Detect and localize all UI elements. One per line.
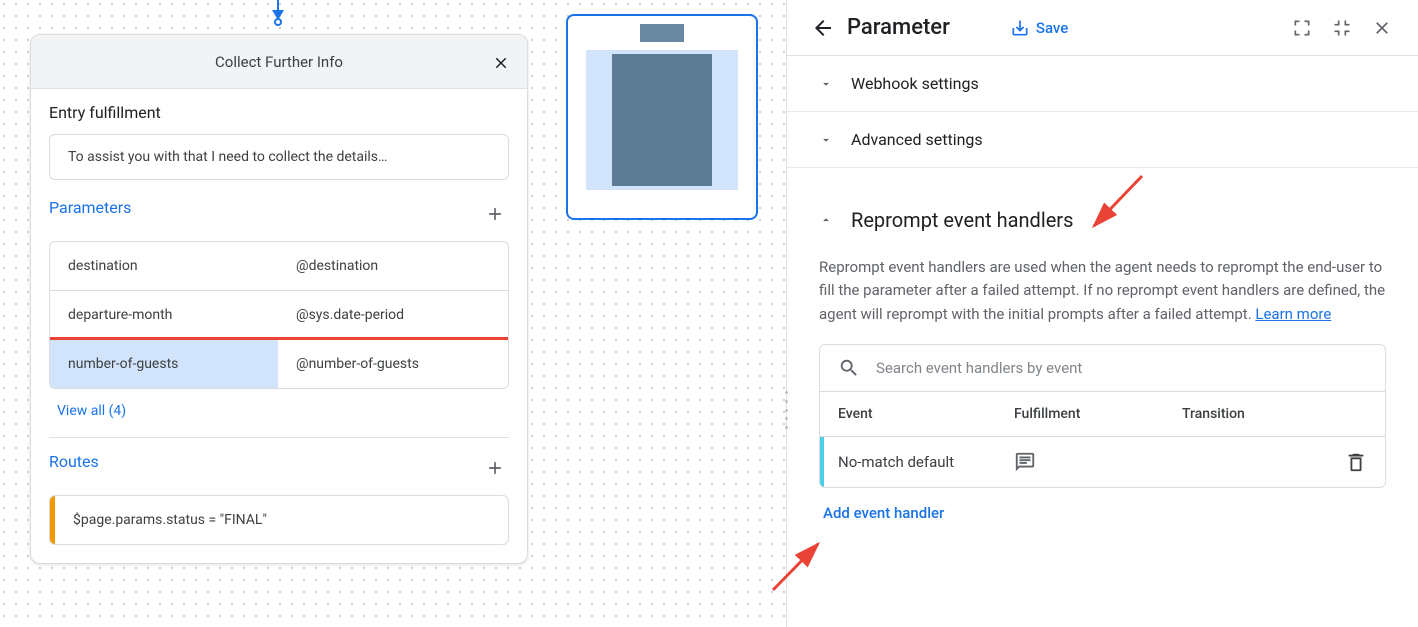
- preview-header-icon: [640, 24, 684, 42]
- chat-icon: [1014, 451, 1182, 473]
- entry-fulfillment-label: Entry fulfillment: [49, 103, 509, 122]
- advanced-settings-label: Advanced settings: [851, 130, 983, 149]
- parameter-name: destination: [50, 242, 278, 290]
- parameter-type: @destination: [278, 242, 508, 290]
- table-row[interactable]: No-match default: [820, 437, 1385, 487]
- panel-title: Parameter: [847, 15, 950, 40]
- route-row[interactable]: $page.params.status = "FINAL": [49, 495, 509, 545]
- panel-body: Webhook settings Advanced settings Repro…: [787, 56, 1418, 627]
- flow-canvas[interactable]: Collect Further Info Entry fulfillment T…: [0, 0, 786, 627]
- panel-header: Parameter Save: [787, 0, 1418, 56]
- advanced-settings-row[interactable]: Advanced settings: [787, 112, 1418, 168]
- parameter-name: number-of-guests: [50, 340, 278, 388]
- connector-endpoint-icon: [274, 18, 282, 26]
- panel-resize-handle[interactable]: [782, 390, 790, 430]
- chevron-up-icon: [819, 213, 835, 227]
- routes-label[interactable]: Routes: [49, 452, 99, 471]
- table-header-row: Event Fulfillment Transition: [820, 392, 1385, 437]
- event-handlers-table: Event Fulfillment Transition No-match de…: [819, 344, 1386, 488]
- entry-fulfillment-text[interactable]: To assist you with that I need to collec…: [49, 134, 509, 180]
- reprompt-title: Reprompt event handlers: [851, 208, 1073, 232]
- back-button[interactable]: [803, 8, 843, 48]
- transition-cell: [1182, 451, 1367, 473]
- routes-section: Routes $page.params.status = "FINAL": [31, 438, 527, 563]
- parameter-panel: Parameter Save Webhook settings Ad: [786, 0, 1418, 627]
- event-name: No-match default: [838, 453, 1014, 471]
- parameter-type: @number-of-guests: [278, 340, 508, 388]
- reprompt-section-header[interactable]: Reprompt event handlers: [787, 208, 1418, 238]
- chevron-down-icon: [819, 77, 835, 91]
- reprompt-description: Reprompt event handlers are used when th…: [819, 256, 1386, 326]
- preview-body: [586, 50, 738, 190]
- chevron-down-icon: [819, 133, 835, 147]
- parameter-type: @sys.date-period: [278, 291, 508, 339]
- save-button[interactable]: Save: [1010, 18, 1068, 38]
- next-page-preview[interactable]: [566, 14, 758, 220]
- trash-icon[interactable]: [1345, 451, 1367, 473]
- th-transition: Transition: [1182, 406, 1367, 422]
- webhook-settings-row[interactable]: Webhook settings: [787, 56, 1418, 112]
- search-icon: [838, 357, 860, 379]
- add-parameter-button[interactable]: [481, 200, 509, 228]
- expand-icon[interactable]: [1282, 8, 1322, 48]
- preview-body-inner: [612, 54, 712, 186]
- close-panel-icon[interactable]: [1362, 8, 1402, 48]
- search-input[interactable]: [876, 359, 1367, 377]
- parameter-row-selected[interactable]: number-of-guests @number-of-guests: [50, 339, 508, 388]
- parameter-table: destination @destination departure-month…: [49, 241, 509, 389]
- th-event: Event: [838, 406, 1014, 422]
- th-fulfillment: Fulfillment: [1014, 406, 1182, 422]
- webhook-settings-label: Webhook settings: [851, 74, 979, 93]
- parameters-label[interactable]: Parameters: [49, 198, 131, 217]
- parameters-section: Parameters destination @destination depa…: [31, 184, 527, 438]
- parameter-row[interactable]: departure-month @sys.date-period: [50, 290, 508, 339]
- fulfillment-cell: [1014, 451, 1182, 473]
- close-icon[interactable]: [487, 49, 515, 77]
- reprompt-section-body: Reprompt event handlers are used when th…: [787, 238, 1418, 538]
- view-all-link[interactable]: View all (4): [49, 389, 509, 433]
- parameter-name: departure-month: [50, 291, 278, 339]
- collapse-icon[interactable]: [1322, 8, 1362, 48]
- save-label: Save: [1036, 19, 1068, 37]
- parameter-row[interactable]: destination @destination: [50, 242, 508, 290]
- page-card-title: Collect Further Info: [215, 53, 343, 71]
- add-event-handler-button[interactable]: Add event handler: [819, 488, 1386, 538]
- add-route-button[interactable]: [481, 454, 509, 482]
- route-condition: $page.params.status = "FINAL": [55, 496, 285, 544]
- page-card[interactable]: Collect Further Info Entry fulfillment T…: [30, 34, 528, 564]
- page-card-header: Collect Further Info: [31, 35, 527, 89]
- entry-fulfillment-section: Entry fulfillment To assist you with tha…: [31, 89, 527, 180]
- learn-more-link[interactable]: Learn more: [1255, 305, 1331, 323]
- search-row: [820, 345, 1385, 392]
